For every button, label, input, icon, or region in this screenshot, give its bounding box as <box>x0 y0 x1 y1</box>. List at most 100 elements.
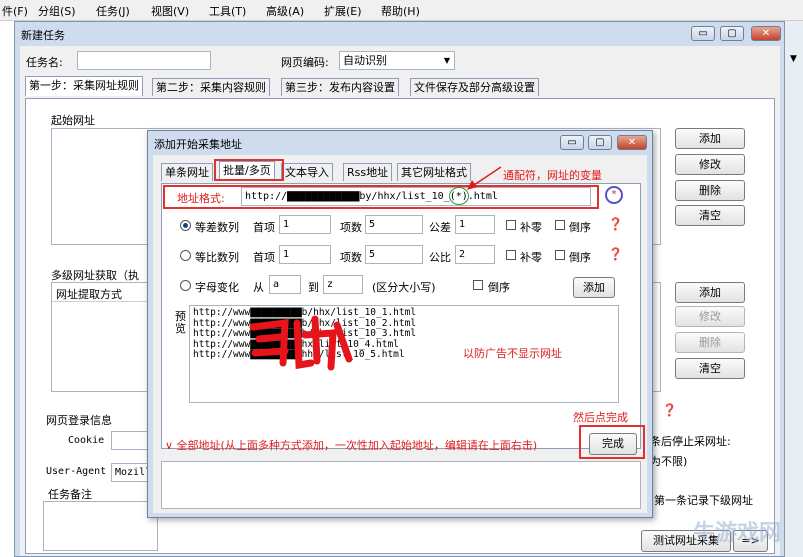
annotation-arrow-icon <box>467 166 502 190</box>
menu-view[interactable]: 视图(V) <box>151 3 189 19</box>
encoding-select[interactable]: 自动识别 ▼ <box>339 51 455 70</box>
help-icon[interactable]: ❓ <box>662 403 677 417</box>
geom-ratio-value: 2 <box>459 249 466 260</box>
tab-single-url[interactable]: 单条网址 <box>161 163 213 181</box>
edit-url-button[interactable]: 修改 <box>675 154 745 175</box>
help-icon[interactable]: ❓ <box>608 217 623 231</box>
all-address-list[interactable] <box>161 461 641 509</box>
url-extract-col-label: 网址提取方式 <box>56 288 122 301</box>
remark-textarea[interactable] <box>43 501 158 551</box>
letter-from-value: a <box>273 279 280 290</box>
arith-first-label: 首项 <box>253 221 275 234</box>
stop-after-text: 条后停止采网址: <box>650 435 731 448</box>
dropdown-arrow-icon[interactable]: ▼ <box>790 54 797 64</box>
geom-ratio-input[interactable]: 2 <box>455 245 495 264</box>
letter-label: 字母变化 <box>195 281 239 294</box>
tab-text-import[interactable]: 文本导入 <box>281 163 333 181</box>
dialog-client: 单条网址 批量/多页 文本导入 Rss地址 其它网址格式 地址格式: http:… <box>153 155 647 513</box>
address-format-label: 地址格式: <box>177 192 225 205</box>
insert-wildcard-icon[interactable]: * <box>605 186 623 204</box>
unlimited-text: 为不限) <box>650 455 688 468</box>
remark-label: 任务备注 <box>48 488 92 501</box>
geom-pad-label: 补零 <box>520 251 542 264</box>
task-name-label: 任务名: <box>26 56 63 69</box>
add-url-button[interactable]: 添加 <box>675 128 745 149</box>
letter-to-input[interactable]: z <box>323 275 363 294</box>
menu-extend[interactable]: 扩展(E) <box>324 3 362 19</box>
edit-level-button[interactable]: 修改 <box>675 306 745 327</box>
address-format-input[interactable]: http://▇▇▇▇▇▇▇▇▇▇▇▇by/hhx/list_10_(*).ht… <box>241 187 591 206</box>
clear-url-button[interactable]: 清空 <box>675 205 745 226</box>
geom-count-value: 5 <box>369 249 376 260</box>
main-tabs: 第一步：采集网址规则 第二步：采集内容规则 第三步：发布内容设置 文件保存及部分… <box>25 76 775 98</box>
geom-first-label: 首项 <box>253 251 275 264</box>
tab-file-save[interactable]: 文件保存及部分高级设置 <box>410 78 539 96</box>
delete-level-button[interactable]: 删除 <box>675 332 745 353</box>
arith-reverse-label: 倒序 <box>569 221 591 234</box>
menu-group[interactable]: 分组(S) <box>38 3 76 19</box>
done-button[interactable]: 完成 <box>589 433 637 455</box>
user-agent-value: Mozill <box>115 467 151 478</box>
geom-count-input[interactable]: 5 <box>365 245 423 264</box>
arith-reverse-checkbox[interactable] <box>555 220 565 230</box>
arith-count-input[interactable]: 5 <box>365 215 423 234</box>
clear-level-button[interactable]: 清空 <box>675 358 745 379</box>
help-icon[interactable]: ❓ <box>608 247 623 261</box>
menu-task[interactable]: 任务(J) <box>96 3 130 19</box>
menu-tools[interactable]: 工具(T) <box>209 3 246 19</box>
start-url-label: 起始网址 <box>51 114 95 127</box>
all-address-text: ∨ 全部地址(从上面多种方式添加，一次性加入起始地址，编辑请在上面右击) <box>165 439 538 452</box>
close-button[interactable]: ✕ <box>751 26 781 41</box>
case-note: (区分大小写) <box>372 281 436 294</box>
arith-diff-input[interactable]: 1 <box>455 215 495 234</box>
geom-reverse-label: 倒序 <box>569 251 591 264</box>
letter-reverse-checkbox[interactable] <box>473 280 483 290</box>
tab-step3[interactable]: 第三步：发布内容设置 <box>281 78 399 96</box>
add-button[interactable]: 添加 <box>573 277 615 298</box>
menu-help[interactable]: 帮助(H) <box>381 3 420 19</box>
multi-level-label: 多级网址获取（执 <box>51 269 139 282</box>
task-name-input[interactable] <box>77 51 211 70</box>
geom-reverse-checkbox[interactable] <box>555 250 565 260</box>
chevron-down-icon: ▼ <box>443 56 450 65</box>
arith-count-value: 5 <box>369 219 376 230</box>
geometric-radio[interactable] <box>180 250 191 261</box>
main-window-title: 新建任务 <box>21 29 65 42</box>
arith-first-value: 1 <box>283 219 290 230</box>
menu-file[interactable]: 件(F) <box>2 3 28 19</box>
letter-from-input[interactable]: a <box>269 275 301 294</box>
tab-step2[interactable]: 第二步：采集内容规则 <box>152 78 270 96</box>
geom-pad-checkbox[interactable] <box>506 250 516 260</box>
cookie-input[interactable] <box>111 431 151 450</box>
user-agent-input[interactable]: Mozill <box>111 463 151 482</box>
menu-advanced[interactable]: 高级(A) <box>266 3 304 19</box>
geom-ratio-label: 公比 <box>429 251 451 264</box>
encoding-value: 自动识别 <box>343 54 387 67</box>
user-agent-label: User-Agent <box>46 466 107 477</box>
geom-first-input[interactable]: 1 <box>279 245 331 264</box>
background-right-strip <box>785 21 803 557</box>
dialog-close-button[interactable]: ✕ <box>617 135 647 150</box>
letter-reverse-label: 倒序 <box>488 281 510 294</box>
minimize-button[interactable]: ▭ <box>691 26 715 41</box>
arith-diff-label: 公差 <box>429 221 451 234</box>
geom-first-value: 1 <box>283 249 290 260</box>
tab-other-format[interactable]: 其它网址格式 <box>397 163 471 181</box>
arith-first-input[interactable]: 1 <box>279 215 331 234</box>
preview-label-2: 览 <box>175 322 186 335</box>
letter-radio[interactable] <box>180 280 191 291</box>
dialog-minimize-button[interactable]: ▭ <box>560 135 584 150</box>
letter-from-label: 从 <box>253 281 264 294</box>
arith-pad-checkbox[interactable] <box>506 220 516 230</box>
dialog-title: 添加开始采集地址 <box>154 138 242 151</box>
arith-count-label: 项数 <box>340 221 362 234</box>
watermark-text: 牛游戏网 <box>693 521 782 546</box>
tab-rss[interactable]: Rss地址 <box>343 163 393 181</box>
menubar: 件(F) 分组(S) 任务(J) 视图(V) 工具(T) 高级(A) 扩展(E)… <box>0 0 803 21</box>
tab-step1[interactable]: 第一步：采集网址规则 <box>25 76 143 96</box>
add-level-button[interactable]: 添加 <box>675 282 745 303</box>
arithmetic-radio[interactable] <box>180 220 191 231</box>
dialog-maximize-button[interactable]: ▢ <box>588 135 612 150</box>
maximize-button[interactable]: ▢ <box>720 26 744 41</box>
delete-url-button[interactable]: 删除 <box>675 180 745 201</box>
